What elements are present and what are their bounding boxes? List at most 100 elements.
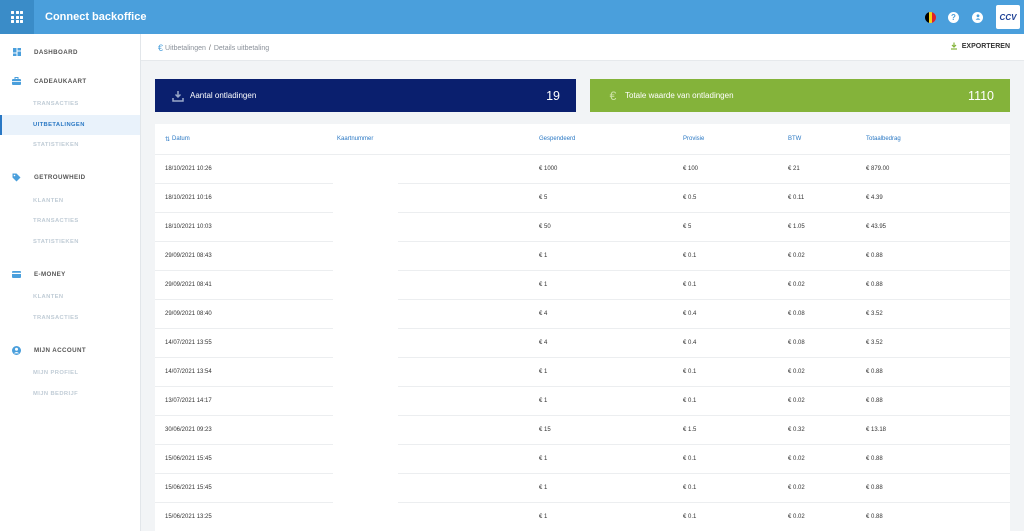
help-icon[interactable]: ? — [948, 11, 959, 23]
table-cell: € 0.02 — [788, 456, 805, 462]
table-cell: € 0.08 — [788, 311, 805, 317]
payouts-table: ⇅ Datum Kaartnummer Gespendeerd Provisie BTW T… — [155, 124, 1010, 531]
table-cell: € 1 — [539, 369, 548, 375]
column-header-label: Gespendeerd — [539, 136, 576, 142]
card-value: 1110 — [968, 88, 994, 103]
breadcrumb: € Uitbetalingen / Details uitbetaling — [158, 43, 269, 53]
table-cell: € 4 — [539, 340, 548, 346]
table-row[interactable]: 13/07/2021 14:17 € 1 € 0.1 € 0.02 € 0.88 — [155, 387, 1010, 416]
sidebar-section-dashboard[interactable]: DASHBOARD — [0, 45, 140, 59]
table-row[interactable]: 15/06/2021 15:45 € 1 € 0.1 € 0.02 € 0.88 — [155, 474, 1010, 503]
table-cell: € 0.88 — [866, 398, 883, 404]
apps-grid-icon — [11, 11, 23, 23]
table-cell: € 0.02 — [788, 253, 805, 259]
breadcrumb-bar: € Uitbetalingen / Details uitbetaling EX… — [141, 34, 1024, 61]
table-row[interactable]: 18/10/2021 10:26 € 1000 € 100 € 21 € 879.00 — [155, 155, 1010, 184]
briefcase-icon — [12, 77, 21, 86]
table-cell: 29/09/2021 08:41 — [165, 282, 212, 288]
card-value: 19 — [546, 88, 560, 103]
sidebar-item-uitbetalingen[interactable]: UITBETALINGEN — [0, 114, 140, 135]
table-row[interactable]: 18/10/2021 10:16 € 5 € 0.5 € 0.11 € 4.39 — [155, 184, 1010, 213]
table-cell: € 0.02 — [788, 398, 805, 404]
table-cell: € 15 — [539, 427, 551, 433]
dashboard-icon — [12, 48, 21, 57]
table-cell: € 0.02 — [788, 282, 805, 288]
table-cell: € 5 — [539, 195, 548, 201]
table-row[interactable]: 15/06/2021 13:25 € 1 € 0.1 € 0.02 € 0.88 — [155, 503, 1010, 531]
export-label: EXPORTEREN — [961, 42, 1010, 50]
table-header-row: ⇅ Datum Kaartnummer Gespendeerd Provisie BTW T… — [155, 124, 1010, 155]
sidebar-section-label: DASHBOARD — [34, 48, 78, 56]
tag-icon — [12, 173, 21, 182]
apps-menu-button[interactable] — [0, 0, 34, 34]
table-cell: 18/10/2021 10:26 — [165, 166, 212, 172]
sidebar-section-label: MIJN ACCOUNT — [34, 346, 87, 354]
table-row[interactable]: 18/10/2021 10:03 € 50 € 5 € 1.05 € 43.95 — [155, 213, 1010, 242]
sidebar-section-label: CADEAUKAART — [34, 77, 87, 85]
sidebar-item-transacties[interactable]: TRANSACTIES — [0, 94, 140, 115]
sidebar-section-mijn-account[interactable]: MIJN ACCOUNT — [0, 343, 140, 357]
top-right-controls: ? CCV — [925, 0, 1020, 34]
euro-icon: € — [158, 43, 164, 53]
sidebar-item-transacties[interactable]: TRANSACTIES — [0, 211, 140, 232]
table-cell: € 0.32 — [788, 427, 805, 433]
table-row[interactable]: 29/09/2021 08:40 € 4 € 0.4 € 0.08 € 3.52 — [155, 300, 1010, 329]
column-header-datum[interactable]: ⇅ Datum — [165, 124, 190, 154]
table-cell: € 0.88 — [866, 282, 883, 288]
table-row[interactable]: 14/07/2021 13:54 € 1 € 0.1 € 0.02 € 0.88 — [155, 358, 1010, 387]
table-cell: € 1.05 — [788, 224, 805, 230]
table-cell: € 0.1 — [683, 253, 697, 259]
sidebar-item-transacties[interactable]: TRANSACTIES — [0, 308, 140, 329]
sidebar-section-cadeaukaart[interactable]: CADEAUKAART — [0, 74, 140, 88]
account-icon — [12, 345, 21, 355]
table-cell: € 4 — [539, 311, 548, 317]
column-header-provisie[interactable]: Provisie — [683, 124, 704, 154]
downloads-count-card: Aantal ontladingen 19 — [155, 79, 576, 112]
table-cell: 14/07/2021 13:55 — [165, 340, 212, 346]
table-cell: € 0.1 — [683, 369, 697, 375]
sidebar-item-mijn-profiel[interactable]: MIJN PROFIEL — [0, 363, 140, 384]
table-cell: € 21 — [788, 166, 800, 172]
table-cell: € 0.1 — [683, 485, 697, 491]
column-header-kaartnummer[interactable]: Kaartnummer — [337, 124, 373, 154]
redacted-card-numbers — [333, 155, 398, 531]
table-cell: € 13.18 — [866, 427, 887, 433]
breadcrumb-link-uitbetalingen[interactable]: Uitbetalingen — [165, 45, 206, 52]
table-row[interactable]: 15/06/2021 15:45 € 1 € 0.1 € 0.02 € 0.88 — [155, 445, 1010, 474]
account-icon[interactable] — [972, 11, 983, 23]
sidebar-item-klanten[interactable]: KLANTEN — [0, 287, 140, 308]
card-icon — [12, 270, 21, 279]
top-bar: Connect backoffice ? CCV — [0, 0, 1024, 34]
column-header-btw[interactable]: BTW — [788, 124, 801, 154]
euro-icon: € — [609, 88, 617, 103]
sidebar-section-e-money[interactable]: E-MONEY — [0, 267, 140, 281]
table-cell: € 43.95 — [866, 224, 887, 230]
download-icon — [171, 89, 185, 103]
total-value-card: € Totale waarde van ontladingen 1110 — [590, 79, 1010, 112]
table-row[interactable]: 14/07/2021 13:55 € 4 € 0.4 € 0.08 € 3.52 — [155, 329, 1010, 358]
table-cell: € 0.1 — [683, 398, 697, 404]
column-header-totaalbedrag[interactable]: Totaalbedrag — [866, 124, 901, 154]
column-header-label: Kaartnummer — [337, 136, 374, 142]
sidebar-item-klanten[interactable]: KLANTEN — [0, 191, 140, 212]
sidebar-section-getrouwheid[interactable]: GETROUWHEID — [0, 171, 140, 185]
table-cell: € 0.88 — [866, 514, 883, 520]
sidebar-item-statistieken[interactable]: STATISTIEKEN — [0, 232, 140, 253]
table-cell: € 0.02 — [788, 514, 805, 520]
sidebar-item-mijn-bedrijf[interactable]: MIJN BEDRIJF — [0, 384, 140, 405]
table-cell: € 1 — [539, 398, 548, 404]
column-header-label: Totaalbedrag — [866, 136, 901, 142]
sort-icon[interactable]: ⇅ — [165, 136, 170, 143]
export-button[interactable]: EXPORTEREN — [950, 42, 1010, 50]
table-cell: € 0.88 — [866, 456, 883, 462]
table-row[interactable]: 29/09/2021 08:43 € 1 € 0.1 € 0.02 € 0.88 — [155, 242, 1010, 271]
table-row[interactable]: 29/09/2021 08:41 € 1 € 0.1 € 0.02 € 0.88 — [155, 271, 1010, 300]
sidebar-item-statistieken[interactable]: STATISTIEKEN — [0, 135, 140, 156]
table-cell: € 3.52 — [866, 311, 883, 317]
table-row[interactable]: 30/06/2021 09:23 € 15 € 1.5 € 0.32 € 13.18 — [155, 416, 1010, 445]
language-flag-icon[interactable] — [925, 11, 936, 23]
table-cell: € 0.11 — [788, 195, 805, 201]
table-cell: € 0.08 — [788, 340, 805, 346]
column-header-gespendeerd[interactable]: Gespendeerd — [539, 124, 575, 154]
card-label: Totale waarde van ontladingen — [625, 91, 734, 100]
